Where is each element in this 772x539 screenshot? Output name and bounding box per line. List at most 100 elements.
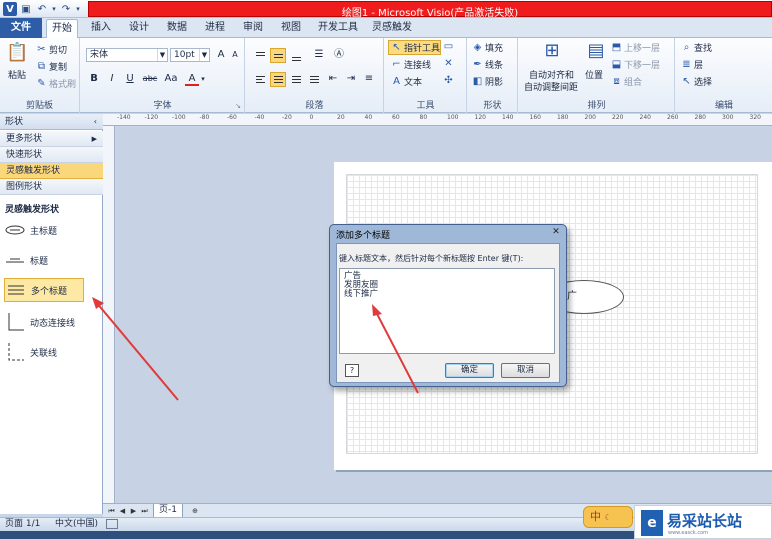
last-page-icon[interactable]: ⏭ xyxy=(140,506,149,516)
stencil-dynamic-connector[interactable]: 动态连接线 xyxy=(4,310,84,334)
font-color-button[interactable]: A xyxy=(185,72,199,86)
tab-design[interactable]: 设计 xyxy=(124,19,154,38)
tab-insert[interactable]: 插入 xyxy=(86,19,116,38)
change-case-button[interactable]: Aa xyxy=(163,72,179,86)
watermark: e 易采站长站 www.easck.com xyxy=(634,505,772,539)
align-middle-icon[interactable] xyxy=(270,48,286,63)
align-bottom-icon[interactable] xyxy=(288,48,304,63)
connection-point-tool[interactable]: ✣ xyxy=(443,75,454,86)
paste-button[interactable]: 粘贴 xyxy=(8,68,26,81)
redo-icon[interactable]: ↷ xyxy=(60,2,72,16)
ruler-tick: 140 xyxy=(502,114,514,121)
grow-font-icon[interactable]: A xyxy=(214,48,228,62)
text-tool[interactable]: A 文本 xyxy=(391,75,422,88)
align-left-icon[interactable] xyxy=(252,72,268,87)
topics-textarea[interactable]: 广告 发朋友圈 线下推广 xyxy=(339,268,555,354)
position-icon[interactable]: ▤ xyxy=(585,40,607,62)
group-editing: ⌕ 查找 ≣ 层 ↖ 选择 编辑 xyxy=(676,38,772,113)
align-center-icon[interactable] xyxy=(270,72,286,87)
prev-page-icon[interactable]: ◀ xyxy=(118,506,127,516)
bold-button[interactable]: B xyxy=(87,72,101,86)
cut-label: 剪切 xyxy=(49,46,68,56)
tab-review[interactable]: 审阅 xyxy=(238,19,268,38)
stencil-topic[interactable]: 标题 xyxy=(4,248,84,272)
cut-button[interactable]: ✂ 剪切 xyxy=(36,43,67,56)
paragraph-spacing-icon[interactable]: ≡ xyxy=(362,72,376,86)
save-icon[interactable]: ▣ xyxy=(20,2,32,16)
auto-space-button[interactable]: 自动调整间距 xyxy=(524,80,578,93)
shadow-button[interactable]: ◧ 阴影 xyxy=(472,75,503,88)
italic-button[interactable]: I xyxy=(105,72,119,86)
pointer-tool[interactable]: ↖ 指针工具 xyxy=(391,41,440,54)
visio-app-icon[interactable]: V xyxy=(3,2,17,16)
status-page[interactable]: 页面 1/1 xyxy=(5,518,40,531)
copy-button[interactable]: ⧉ 复制 xyxy=(36,60,67,73)
stencil-main-topic[interactable]: 主标题 xyxy=(4,218,84,242)
page-tab[interactable]: 页-1 xyxy=(153,504,183,518)
collapse-icon[interactable]: ‹ xyxy=(94,114,97,130)
strikethrough-button[interactable]: abc xyxy=(141,72,159,86)
font-name-value: 宋体 xyxy=(90,50,109,60)
group-button[interactable]: ⧈ 组合 xyxy=(611,75,642,88)
tab-developer[interactable]: 开发工具 xyxy=(314,19,362,38)
status-language[interactable]: 中文(中国) xyxy=(55,518,98,531)
font-name-select[interactable]: 宋体 ▼ xyxy=(86,48,168,62)
close-icon[interactable]: ✕ xyxy=(551,227,561,237)
paste-icon[interactable]: 📋 xyxy=(6,42,28,64)
fill-button[interactable]: ◈ 填充 xyxy=(472,41,503,54)
align-right-icon[interactable] xyxy=(288,72,304,87)
tab-brainstorming[interactable]: 灵感触发 xyxy=(370,19,414,38)
font-size-select[interactable]: 10pt ▼ xyxy=(170,48,210,62)
first-page-icon[interactable]: ⏮ xyxy=(107,506,116,516)
underline-button[interactable]: U xyxy=(123,72,137,86)
group-label-shape: 形状 xyxy=(483,101,502,111)
undo-dropdown-icon[interactable]: ▾ xyxy=(50,2,58,16)
legend-shapes-row[interactable]: 图例形状 xyxy=(0,179,103,195)
quick-shapes-row[interactable]: 快速形状 xyxy=(0,147,103,163)
increase-indent-icon[interactable]: ⇥ xyxy=(344,72,358,86)
position-button[interactable]: 位置 xyxy=(585,68,603,81)
justify-icon[interactable] xyxy=(306,72,322,87)
rectangle-tool[interactable]: ▭ xyxy=(443,41,454,52)
stencil-relationship[interactable]: 关联线 xyxy=(4,340,84,364)
line-button[interactable]: ✒ 线条 xyxy=(472,58,503,71)
help-icon[interactable]: ? xyxy=(345,364,359,377)
format-painter-button[interactable]: ✎ 格式刷 xyxy=(36,77,76,90)
connector-tool[interactable]: ⌐ 连接线 xyxy=(391,58,431,71)
bring-forward-button[interactable]: ⬒ 上移一层 xyxy=(611,41,660,54)
cancel-button[interactable]: 取消 xyxy=(501,363,550,378)
bullet-icon[interactable]: ☰ xyxy=(312,48,326,62)
title-bar: V ▣ ↶ ▾ ↷ ▾ 绘图1 - Microsoft Visio(产品激活失败… xyxy=(0,0,772,19)
tab-process[interactable]: 进程 xyxy=(200,19,230,38)
macro-icon[interactable] xyxy=(106,519,118,529)
watermark-text: 易采站长站 xyxy=(667,512,743,530)
insert-page-icon[interactable]: ⊕ xyxy=(189,506,201,516)
ruler-tick: 0 xyxy=(309,114,314,121)
undo-icon[interactable]: ↶ xyxy=(36,2,48,16)
dialog-launcher-icon[interactable]: ↘ xyxy=(235,102,241,110)
close-tool[interactable]: ✕ xyxy=(443,58,454,69)
ime-indicator[interactable]: 中 ☾ xyxy=(583,506,633,528)
more-shapes-row[interactable]: 更多形状 ▶ xyxy=(0,131,103,147)
select-button[interactable]: ↖ 选择 xyxy=(681,75,712,88)
chevron-down-icon[interactable]: ▾ xyxy=(199,72,207,86)
tab-data[interactable]: 数据 xyxy=(162,19,192,38)
auto-align-icon[interactable]: ⊞ xyxy=(541,40,563,62)
shrink-font-icon[interactable]: A xyxy=(228,48,242,62)
group-arrange: ⊞ 自动对齐和 自动调整间距 ▤ 位置 ⬒ 上移一层 ⬓ 下移一层 ⧈ 组合 排列 xyxy=(519,38,675,113)
send-backward-button[interactable]: ⬓ 下移一层 xyxy=(611,58,660,71)
find-button[interactable]: ⌕ 查找 xyxy=(681,41,712,54)
tab-file[interactable]: 文件 xyxy=(0,18,42,38)
next-page-icon[interactable]: ▶ xyxy=(129,506,138,516)
customize-qa-icon[interactable]: ▾ xyxy=(74,2,82,16)
stencil-multiple-topics[interactable]: 多个标题 xyxy=(4,278,84,302)
tab-home[interactable]: 开始 xyxy=(46,19,78,38)
align-top-icon[interactable] xyxy=(252,48,268,63)
tab-view[interactable]: 视图 xyxy=(276,19,306,38)
brainstorming-shapes-row[interactable]: 灵感触发形状 xyxy=(0,163,103,179)
decrease-indent-icon[interactable]: ⇤ xyxy=(326,72,340,86)
layers-button[interactable]: ≣ 层 xyxy=(681,58,703,71)
dynamic-connector-icon xyxy=(4,311,26,333)
text-direction-icon[interactable]: Ⓐ xyxy=(332,48,346,62)
ok-button[interactable]: 确定 xyxy=(445,363,494,378)
